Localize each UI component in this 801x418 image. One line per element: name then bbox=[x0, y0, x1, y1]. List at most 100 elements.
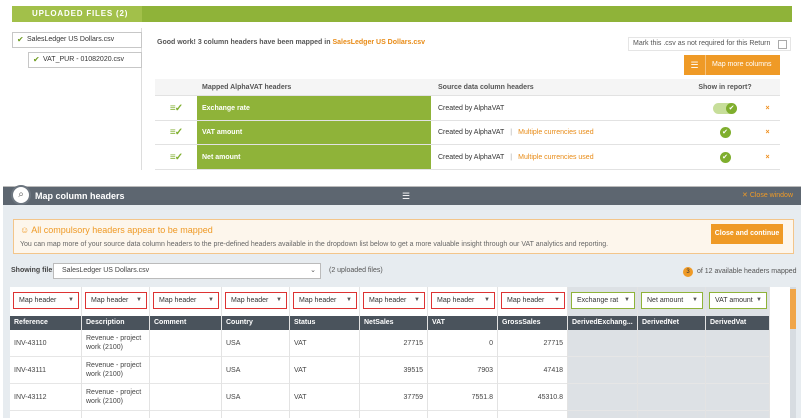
grid-cell: 45310.8 bbox=[498, 384, 567, 411]
map-header-dropdown[interactable]: VAT amount ▼ bbox=[709, 292, 767, 309]
grid-column: Exchange rat ▼ DerivedExchang... bbox=[568, 287, 638, 418]
map-header-dropdown[interactable]: Map header ▼ bbox=[431, 292, 495, 309]
uploaded-files-bar: UPLOADED FILES (2) bbox=[12, 6, 792, 22]
not-required-toggle[interactable]: Mark this .csv as not required for this … bbox=[628, 37, 791, 51]
file-item-salesledger[interactable]: ✔ SalesLedger US Dollars.csv bbox=[12, 32, 142, 48]
drag-handle-icon[interactable]: ☰ bbox=[402, 192, 420, 201]
grid-column-header: Country bbox=[222, 316, 289, 330]
file-item-vat-pur[interactable]: ✔ VAT_PUR - 01082020.csv bbox=[28, 52, 142, 68]
grid-column-header: VAT bbox=[428, 316, 497, 330]
close-window-button[interactable]: ✕ Close window bbox=[742, 187, 793, 205]
grid-cell: 47418 bbox=[498, 357, 567, 384]
col-source-header: Source data column headers bbox=[438, 83, 534, 91]
show-in-report-check[interactable]: ✔ bbox=[685, 121, 765, 144]
map-header-dropdown[interactable]: Map header ▼ bbox=[363, 292, 425, 309]
map-header-dropdown[interactable]: Exchange rat ▼ bbox=[571, 292, 635, 309]
grid-cell: VAT bbox=[290, 330, 359, 357]
grid-column: Map header ▼ Status VAT VAT VAT bbox=[290, 287, 360, 418]
grid-cell: USA bbox=[222, 357, 289, 384]
grid-cell bbox=[638, 357, 705, 384]
grid-cell: USA bbox=[222, 384, 289, 411]
mapping-message: Good work! 3 column headers have been ma… bbox=[157, 39, 426, 46]
grid-cell: INV-43110 bbox=[10, 330, 81, 357]
grid-column-header: Comment bbox=[150, 316, 221, 330]
chevron-down-icon: ▼ bbox=[68, 297, 74, 303]
mapped-alert: ☺ All compulsory headers appear to be ma… bbox=[13, 219, 794, 254]
map-header-dropdown[interactable]: Map header ▼ bbox=[153, 292, 219, 309]
data-grid: Map header ▼ Reference INV-43110 INV-43111 IN… bbox=[10, 287, 790, 418]
showing-file-label: Showing file: bbox=[11, 267, 55, 274]
grid-cell: USA bbox=[222, 330, 289, 357]
chevron-down-icon: ▼ bbox=[624, 297, 630, 303]
map-header-dropdown[interactable]: Map header ▼ bbox=[293, 292, 357, 309]
mapped-row: ≡✓ VAT amount Created by AlphaVAT | Multip… bbox=[155, 121, 780, 145]
remove-mapping-button[interactable]: × bbox=[755, 96, 780, 120]
source-header: Created by AlphaVAT bbox=[438, 104, 505, 112]
grid-cell: INV-43111 bbox=[10, 357, 81, 384]
map-header-dropdown[interactable]: Map header ▼ bbox=[225, 292, 287, 309]
grid-column-header: Description bbox=[82, 316, 149, 330]
grid-cell bbox=[706, 384, 769, 411]
grid-column: Map header ▼ GrossSales 27715 47418 45310.8 bbox=[498, 287, 568, 418]
mapped-list-icon: ≡✓ bbox=[169, 127, 183, 138]
grid-cell bbox=[568, 330, 637, 357]
grid-cell: 7551.8 bbox=[428, 384, 497, 411]
mapped-row: ≡✓ Net amount Created by AlphaVAT | Multip… bbox=[155, 145, 780, 170]
grid-cell bbox=[568, 357, 637, 384]
file-name: SalesLedger US Dollars.csv bbox=[27, 36, 115, 43]
map-header-dropdown[interactable]: Map header ▼ bbox=[13, 292, 79, 309]
mapped-header-name: VAT amount bbox=[197, 121, 431, 144]
alert-text: You can map more of your source data col… bbox=[20, 241, 609, 248]
grid-column-header: NetSales bbox=[360, 316, 427, 330]
chevron-down-icon: ▼ bbox=[276, 297, 282, 303]
grid-column: Map header ▼ NetSales 27715 39515 37759 bbox=[360, 287, 428, 418]
close-and-continue-button[interactable]: Close and continue bbox=[711, 224, 783, 244]
chevron-down-icon: ▼ bbox=[554, 297, 560, 303]
scrollbar[interactable] bbox=[790, 287, 796, 418]
grid-column: Map header ▼ Reference INV-43110 INV-43111 IN… bbox=[10, 287, 82, 418]
mapped-list-icon: ≡✓ bbox=[169, 102, 183, 114]
show-in-report-check[interactable]: ✔ bbox=[685, 145, 765, 169]
show-in-report-toggle[interactable]: ✔ bbox=[685, 96, 765, 120]
grid-column-header: DerivedExchang... bbox=[568, 316, 637, 330]
grid-cell: 39515 bbox=[360, 357, 427, 384]
chevron-down-icon: ⌄ bbox=[310, 267, 316, 274]
grid-cell bbox=[706, 330, 769, 357]
grid-column: VAT amount ▼ DerivedVat bbox=[706, 287, 770, 418]
grid-cell: 27715 bbox=[498, 330, 567, 357]
grid-column: Net amount ▼ DerivedNet bbox=[638, 287, 706, 418]
alert-title: ☺ All compulsory headers appear to be ma… bbox=[20, 225, 213, 235]
columns-icon: ☰ bbox=[684, 55, 706, 75]
mapped-row: ≡✓ Exchange rate Created by AlphaVAT ✔ × bbox=[155, 96, 780, 121]
grid-cell: VAT bbox=[290, 384, 359, 411]
grid-cell: Revenue - project work (2100) bbox=[82, 330, 149, 357]
remove-mapping-button[interactable]: × bbox=[755, 145, 780, 169]
map-column-headers-panel: ⌕ Map column headers ☰ ✕ Close window ☺ … bbox=[3, 185, 801, 418]
map-header-dropdown[interactable]: Map header ▼ bbox=[85, 292, 147, 309]
grid-cell: 0 bbox=[428, 330, 497, 357]
map-header-dropdown[interactable]: Net amount ▼ bbox=[641, 292, 703, 309]
grid-column-header: DerivedVat bbox=[706, 316, 769, 330]
grid-column-header: Status bbox=[290, 316, 359, 330]
not-required-checkbox[interactable] bbox=[778, 40, 787, 49]
chevron-down-icon: ▼ bbox=[208, 297, 214, 303]
showing-file-select[interactable]: SalesLedger US Dollars.csv ⌄ bbox=[53, 263, 321, 279]
grid-column-header: GrossSales bbox=[498, 316, 567, 330]
chevron-down-icon: ▼ bbox=[414, 297, 420, 303]
search-icon[interactable]: ⌕ bbox=[11, 185, 31, 205]
grid-cell bbox=[638, 330, 705, 357]
map-header-dropdown[interactable]: Map header ▼ bbox=[501, 292, 565, 309]
uploaded-files-title: UPLOADED FILES (2) bbox=[12, 6, 142, 22]
grid-column: Map header ▼ VAT 0 7903 7551.8 bbox=[428, 287, 498, 418]
grid-cell: VAT bbox=[290, 357, 359, 384]
col-mapped-header: Mapped AlphaVAT headers bbox=[202, 83, 292, 91]
remove-mapping-button[interactable]: × bbox=[755, 121, 780, 144]
currency-warning: Multiple currencies used bbox=[518, 129, 594, 136]
source-header: Created by AlphaVAT | Multiple currencies … bbox=[438, 153, 594, 161]
grid-cell bbox=[150, 357, 221, 384]
file-name: VAT_PUR - 01082020.csv bbox=[43, 56, 125, 63]
grid-column: Map header ▼ Comment bbox=[150, 287, 222, 418]
map-more-columns-button[interactable]: ☰ Map more columns bbox=[684, 55, 780, 75]
file-tree: ✔ SalesLedger US Dollars.csv ✔ VAT_PUR -… bbox=[12, 28, 142, 170]
grid-column: Map header ▼ Country USA USA USA bbox=[222, 287, 290, 418]
